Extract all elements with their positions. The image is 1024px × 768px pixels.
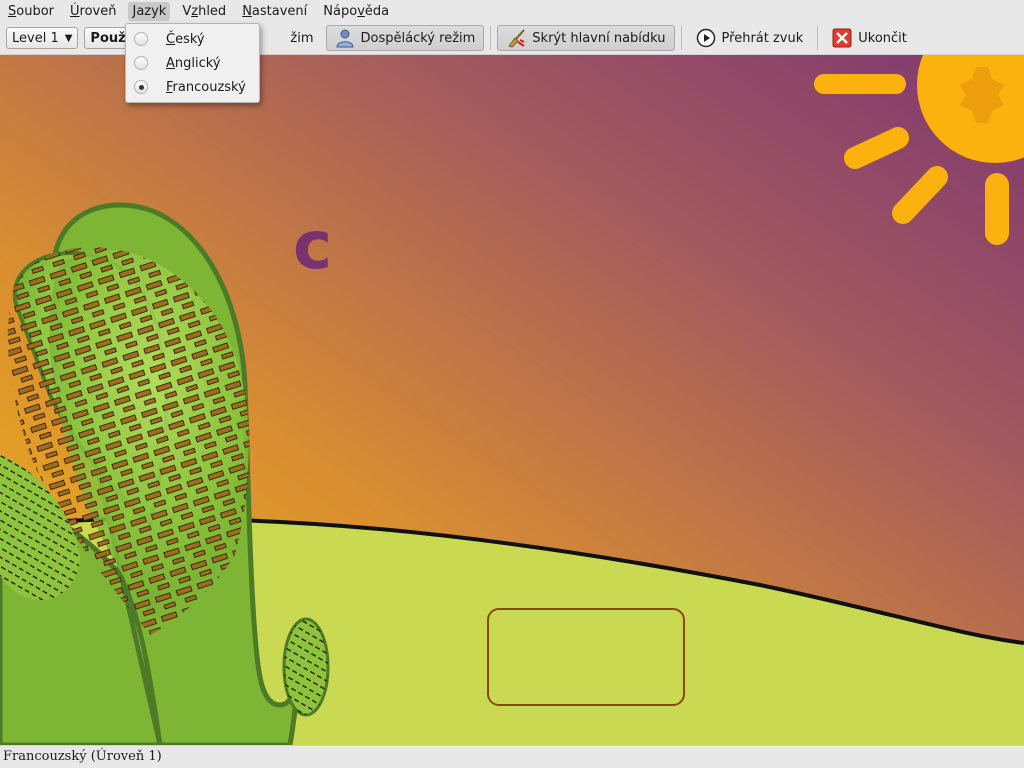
language-option-english[interactable]: Anglický [126, 51, 259, 75]
menu-jazyk[interactable]: Jazyk [128, 1, 171, 21]
play-icon [696, 28, 716, 48]
answer-input-box[interactable] [487, 608, 685, 706]
language-menu: Český Anglický Francouzský [125, 23, 260, 103]
target-letter: c [293, 207, 333, 284]
status-text: Francouzský (Úroveň 1) [3, 749, 162, 764]
language-option-french[interactable]: Francouzský [126, 75, 259, 99]
menu-bar: Soubor Úroveň Jazyk Vzhled Nastavení Náp… [0, 0, 1024, 22]
menu-soubor[interactable]: Soubor [4, 2, 58, 21]
chevron-down-icon: ▼ [64, 32, 73, 44]
status-bar: Francouzský (Úroveň 1) [0, 745, 1024, 768]
broom-icon [506, 28, 526, 48]
toolbar-separator [680, 26, 682, 50]
language-option-label: Český [166, 31, 205, 47]
language-option-czech[interactable]: Český [126, 27, 259, 51]
play-sound-label: Přehrát zvuk [721, 30, 804, 46]
hide-menu-label: Skrýt hlavní nabídku [532, 30, 666, 46]
menu-nastaveni[interactable]: Nastavení [238, 2, 311, 21]
hide-menu-button[interactable]: Skrýt hlavní nabídku [497, 25, 675, 51]
adult-mode-label: Dospělácký režim [360, 30, 476, 46]
radio-checked-icon [134, 80, 148, 94]
adult-user-icon [335, 28, 355, 48]
adult-mode-button[interactable]: Dospělácký režim [325, 25, 485, 51]
level-select-value: Level 1 [12, 30, 59, 46]
toolbar-separator [490, 26, 492, 50]
radio-icon [134, 56, 148, 70]
game-stage: c [0, 55, 1024, 745]
kids-mode-button[interactable]: žim [290, 25, 321, 51]
quit-label: Ukončit [858, 30, 907, 46]
play-sound-button[interactable]: Přehrát zvuk [688, 25, 812, 51]
quit-button[interactable]: Ukončit [824, 25, 915, 51]
quit-icon [832, 28, 852, 48]
menu-vzhled[interactable]: Vzhled [178, 2, 230, 21]
menu-napoveda[interactable]: Nápověda [319, 2, 393, 21]
language-option-label: Francouzský [166, 79, 246, 95]
menu-uroven[interactable]: Úroveň [66, 2, 120, 21]
radio-icon [134, 32, 148, 46]
kids-mode-label: žim [290, 30, 314, 46]
level-select[interactable]: Level 1 ▼ [6, 27, 79, 49]
language-option-label: Anglický [166, 55, 221, 71]
toolbar-separator [817, 26, 819, 50]
